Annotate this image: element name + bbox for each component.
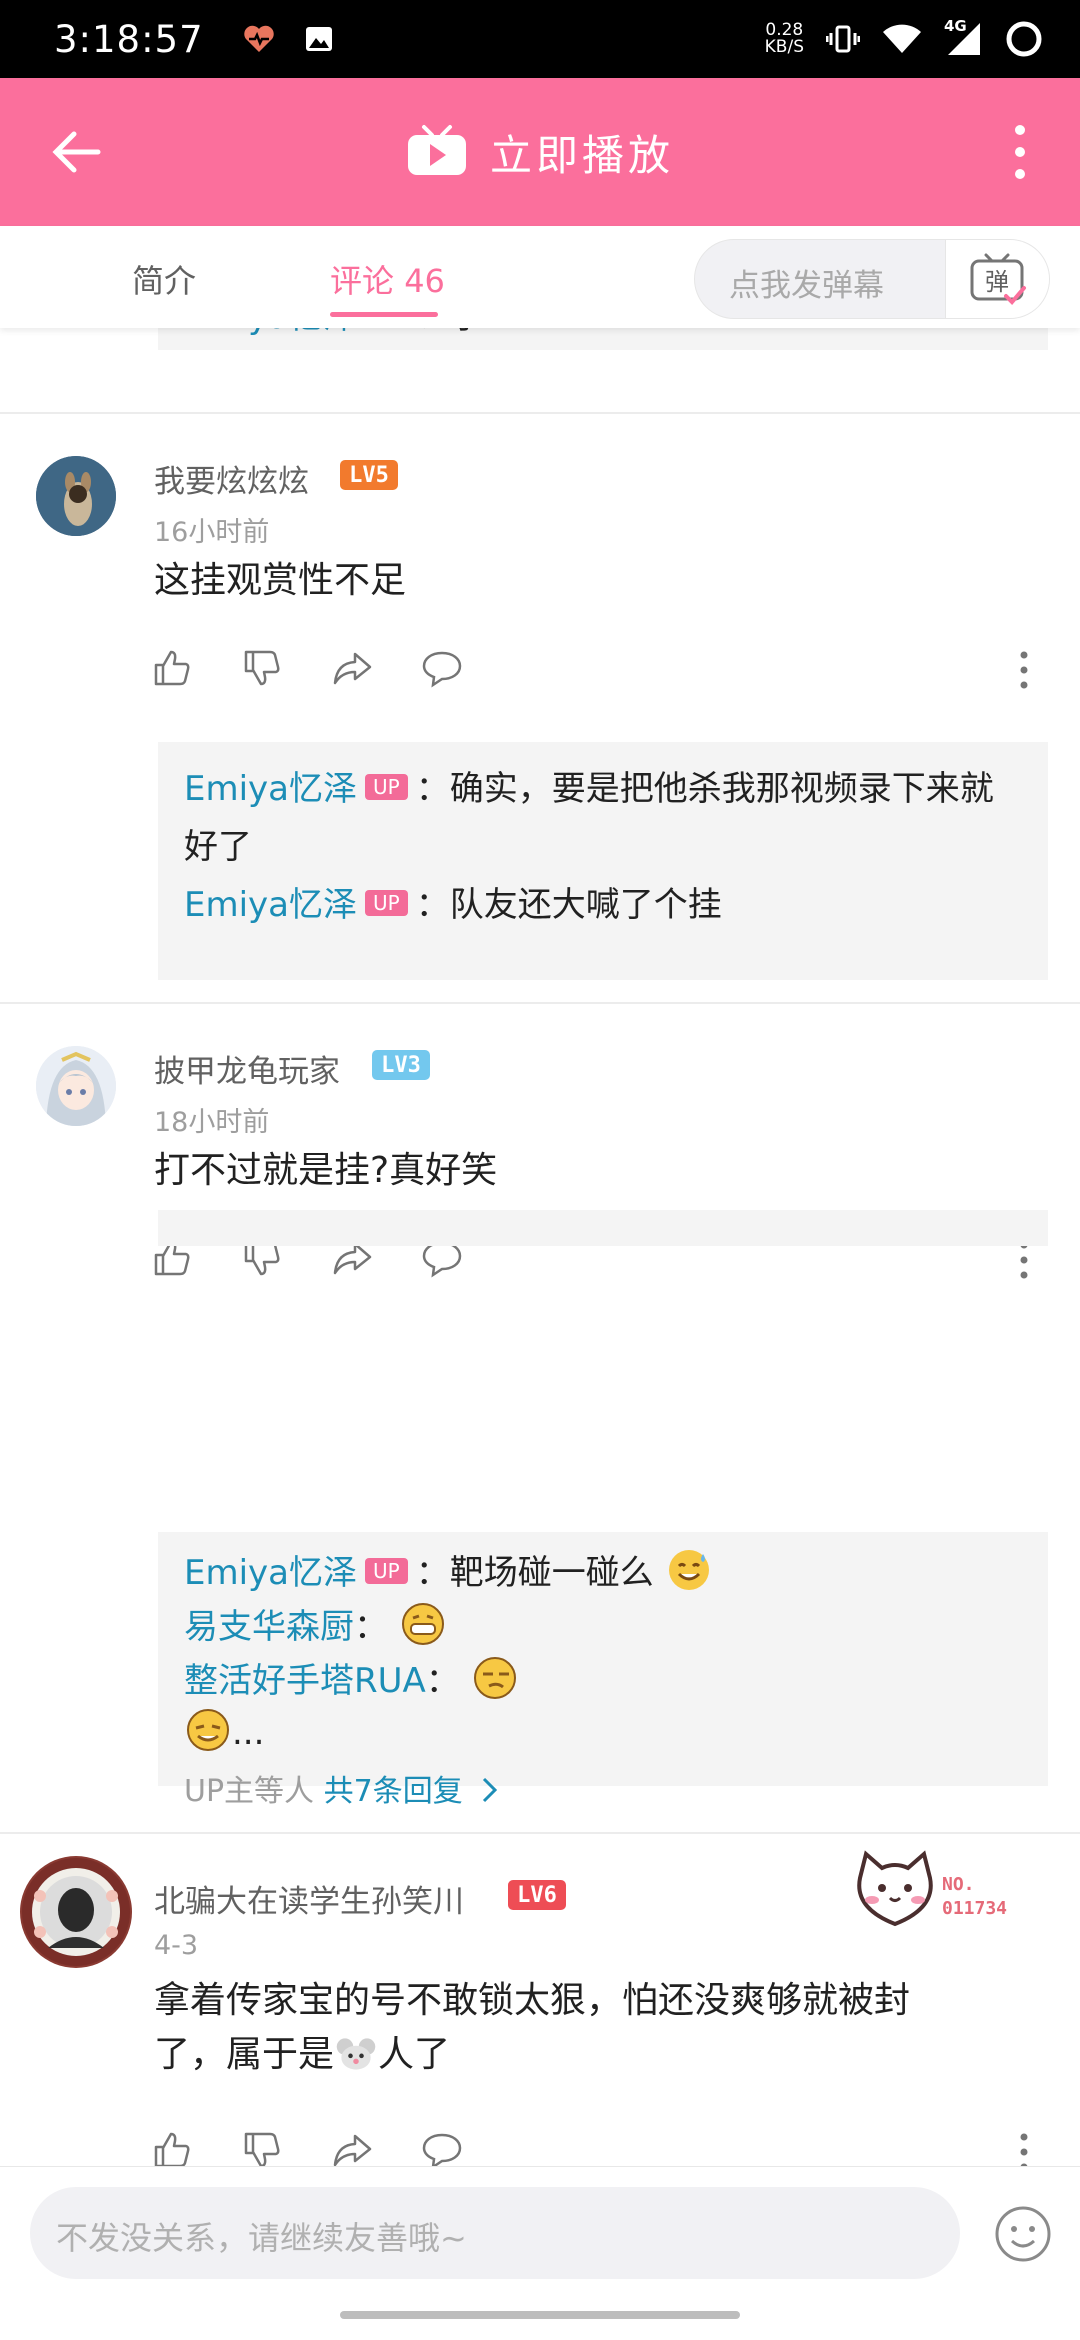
- battery-ring-icon: [1006, 21, 1042, 57]
- back-arrow-icon[interactable]: [50, 126, 102, 178]
- comment-text: 这挂观赏性不足: [154, 560, 407, 601]
- tab-comments[interactable]: 评论 46: [330, 256, 445, 302]
- reply-item[interactable]: 易支华森厨：: [184, 1600, 1022, 1652]
- net-speed: 0.28 KB/S: [764, 20, 804, 57]
- comment-input-bar: 不发没关系，请继续友善哦~: [0, 2166, 1080, 2340]
- danmaku-toggle-button[interactable]: 弹: [945, 240, 1049, 318]
- comment-actions: [152, 2130, 462, 2166]
- tab-indicator: [330, 312, 438, 317]
- wifi-icon: [883, 24, 921, 53]
- health-icon: [243, 25, 274, 52]
- avatar[interactable]: [36, 1046, 116, 1126]
- more-vert-icon[interactable]: [1010, 122, 1030, 182]
- llama-avatar-icon: [36, 456, 116, 536]
- app-bar: 立即播放: [0, 78, 1080, 226]
- reply-icon[interactable]: [422, 648, 462, 688]
- reply-item[interactable]: Emiya忆泽 UP ：靶场碰一碰么: [184, 1546, 1022, 1598]
- comment-item: 我要炫炫炫 LV5 16小时前 这挂观赏性不足 Emiya忆泽 UP ：确实，要是把…: [0, 412, 1080, 1002]
- play-now-button[interactable]: 立即播放: [406, 122, 674, 183]
- avatar-frame-icon: [22, 1858, 130, 1966]
- reply-item[interactable]: ...: [184, 1706, 1022, 1758]
- comment-time: 18小时前: [154, 1107, 270, 1138]
- username[interactable]: 披甲龙龟玩家: [154, 1046, 340, 1091]
- cell-signal-icon: 4G: [944, 17, 982, 57]
- avatar[interactable]: [36, 456, 116, 536]
- dislike-icon[interactable]: [242, 2130, 282, 2166]
- level-badge: LV3: [372, 1050, 430, 1080]
- share-icon[interactable]: [332, 648, 372, 688]
- clock: 3:18:57: [54, 17, 204, 61]
- comment-input-placeholder: 不发没关系，请继续友善哦~: [56, 2219, 467, 2257]
- comment-actions: [152, 648, 462, 688]
- comment-more-icon[interactable]: [1018, 650, 1030, 690]
- comment-more-icon[interactable]: [1018, 1240, 1030, 1280]
- like-icon[interactable]: [152, 648, 192, 688]
- comment-feed[interactable]: Emiya忆泽UP：示 我要炫炫炫 LV5 16小时前 这挂观赏性不足 E: [0, 328, 1080, 2166]
- comment-text: 拿着传家宝的号不敢锁太狠，怕还没爽够就被封 了，属于是 人了: [154, 1980, 911, 2075]
- emoji-picker-icon[interactable]: [994, 2205, 1052, 2263]
- like-icon[interactable]: [152, 2130, 192, 2166]
- danmaku-input[interactable]: 点我发弹幕 弹: [694, 239, 1050, 319]
- cat-badge-icon: [857, 1850, 933, 1927]
- status-bar: 3:18:57 0.28 KB/S 4G: [0, 0, 1080, 78]
- view-more-replies-link[interactable]: UP主等人 共7条回复: [184, 1766, 1022, 1810]
- danmaku-placeholder: 点我发弹幕: [729, 268, 884, 304]
- mouse-emoji-icon: [336, 2038, 376, 2070]
- reply-item[interactable]: 整活好手塔RUA：: [184, 1654, 1022, 1706]
- sweat-smile-emoji-icon: [668, 1550, 709, 1590]
- comment-text: 打不过就是挂?真好笑: [154, 1150, 498, 1191]
- comment-time: 4-3: [154, 1930, 199, 1961]
- username[interactable]: 我要炫炫炫: [154, 456, 309, 501]
- reply-block: Emiya忆泽UP：示: [158, 328, 1048, 350]
- home-indicator[interactable]: [340, 2311, 740, 2319]
- dizzy-emoji-icon: [187, 1709, 229, 1751]
- vibrate-icon: [826, 25, 860, 53]
- level-badge: LV5: [340, 460, 398, 490]
- chevron-right-icon: [483, 1777, 498, 1803]
- reply-item[interactable]: Emiya忆泽 UP ：队友还大喊了个挂: [184, 876, 1022, 934]
- comment-item: 北骗大在读学生孙笑川 LV6 4-3 NO. 011734 拿着传家宝的号不敢锁…: [0, 1832, 1080, 2166]
- gallery-icon: [305, 27, 332, 51]
- danmaku-tv-icon: 弹: [970, 253, 1026, 305]
- tv-play-icon: [407, 125, 466, 175]
- share-icon[interactable]: [332, 2130, 372, 2166]
- comment-more-icon[interactable]: [1018, 2132, 1030, 2166]
- tab-bar: 简介 评论 46 点我发弹幕 弹: [0, 226, 1080, 328]
- username[interactable]: 北骗大在读学生孙笑川: [154, 1876, 464, 1921]
- reply-block: Emiya忆泽 UP ：靶场碰一碰么 易支华森厨： 整活好手塔RUA： ... UP…: [158, 1532, 1048, 1809]
- comment-input[interactable]: 不发没关系，请继续友善哦~: [30, 2187, 960, 2279]
- comment-item: 披甲龙龟玩家 LV3 18小时前 打不过就是挂?真好笑: [0, 1002, 1080, 1492]
- reply-item[interactable]: Emiya忆泽 UP ：确实，要是把他杀我那视频录下来就好了: [184, 760, 1022, 876]
- reply-icon[interactable]: [422, 2130, 462, 2166]
- reply-item[interactable]: Emiya忆泽UP：示: [184, 328, 1022, 346]
- anime-girl-avatar-icon: [36, 1046, 116, 1126]
- level-badge: LV6: [508, 1880, 566, 1910]
- tab-intro[interactable]: 简介: [132, 256, 196, 302]
- avatar[interactable]: [20, 1856, 132, 1968]
- fan-badge: NO. 011734: [850, 1848, 1020, 1938]
- page-title: 立即播放: [489, 130, 674, 180]
- smug-emoji-icon: [473, 1657, 516, 1699]
- dislike-icon[interactable]: [242, 648, 282, 688]
- grin-emoji-icon: [401, 1603, 444, 1645]
- reply-block: Emiya忆泽 UP ：确实，要是把他杀我那视频录下来就好了 Emiya忆泽 UP ：队…: [158, 742, 1048, 980]
- comment-time: 16小时前: [154, 517, 270, 548]
- svg-text:弹: 弹: [985, 268, 1009, 296]
